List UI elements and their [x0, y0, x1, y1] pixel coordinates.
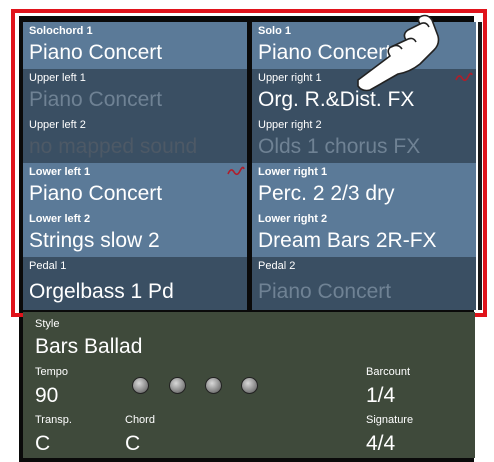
- style-panel: Style Bars Ballad Tempo 90 Barcount 1/4 …: [23, 312, 475, 458]
- barcount-value: 1/4: [366, 384, 396, 407]
- beat-indicator: [169, 377, 186, 394]
- beat-indicator: [241, 377, 258, 394]
- chord-value: C: [125, 432, 141, 455]
- transp-label: Transp.: [35, 414, 72, 426]
- chord-label: Chord: [125, 414, 155, 426]
- style-name[interactable]: Bars Ballad: [35, 335, 142, 359]
- tempo-value[interactable]: 90: [35, 384, 58, 408]
- pointing-hand-icon: [357, 14, 440, 92]
- signature-value: 4/4: [366, 432, 396, 455]
- barcount-label: Barcount: [366, 366, 411, 378]
- beat-indicator: [205, 377, 222, 394]
- signature-label: Signature: [366, 414, 414, 426]
- transp-value[interactable]: C: [35, 432, 50, 456]
- style-label: Style: [35, 318, 60, 330]
- beat-indicator: [132, 377, 149, 394]
- tempo-label: Tempo: [35, 366, 69, 378]
